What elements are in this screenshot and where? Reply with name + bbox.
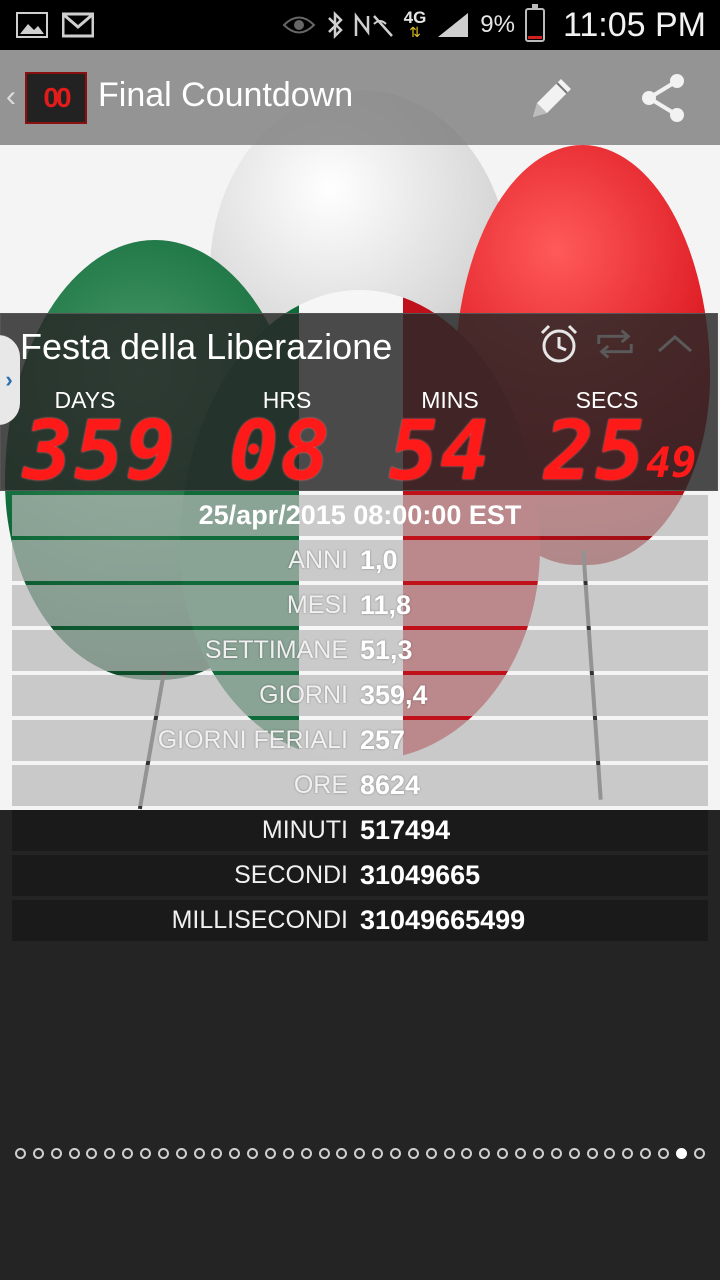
page-dot[interactable]	[443, 1147, 455, 1159]
stat-label: GIORNI FERIALI	[157, 726, 348, 754]
page-dot[interactable]	[586, 1147, 598, 1159]
stat-value: 1,0	[360, 545, 398, 575]
stat-label: ORE	[293, 771, 348, 799]
target-date: 25/apr/2015 08:00:00 EST	[198, 500, 522, 530]
stat-value: 51,3	[360, 635, 413, 665]
page-dot[interactable]	[532, 1147, 544, 1159]
page-dot[interactable]	[390, 1147, 402, 1159]
app-logo-text: 00	[43, 82, 71, 113]
stat-label: MINUTI	[261, 816, 348, 844]
stat-row-millisecondi: MILLISECONDI 31049665499	[12, 900, 708, 941]
stat-row-giorni-feriali: GIORNI FERIALI 257	[12, 720, 708, 761]
network-type-icon: 4G ⇅	[403, 8, 427, 40]
stat-row-settimane: SETTIMANE 51,3	[12, 630, 708, 671]
page-dot[interactable]	[300, 1147, 312, 1159]
stat-row-secondi: SECONDI 31049665	[12, 855, 708, 896]
page-dot[interactable]	[550, 1147, 562, 1159]
stat-row-giorni: GIORNI 359,4	[12, 675, 708, 716]
page-dot[interactable]	[247, 1147, 259, 1159]
stat-label: MILLISECONDI	[171, 906, 348, 934]
page-dot[interactable]	[497, 1147, 509, 1159]
countdown-panel[interactable]: Festa della Liberazione DAYS HRS MINS SE…	[0, 313, 718, 499]
seconds-digits: 25	[544, 404, 647, 499]
page-dot-active[interactable]	[675, 1147, 687, 1159]
target-date-row: 25/apr/2015 08:00:00 EST	[12, 495, 708, 536]
page-dot[interactable]	[86, 1147, 98, 1159]
page-dot[interactable]	[336, 1147, 348, 1159]
page-dot[interactable]	[461, 1147, 473, 1159]
previous-page-tab[interactable]: ›	[0, 335, 20, 425]
days-digits: 359	[23, 404, 178, 499]
alarm-clock-icon[interactable]	[537, 322, 581, 366]
page-dot[interactable]	[693, 1147, 705, 1159]
page-dot[interactable]	[354, 1147, 366, 1159]
stat-value: 517494	[360, 815, 451, 845]
stats-list: 25/apr/2015 08:00:00 EST ANNI 1,0 MESI 1…	[12, 495, 708, 945]
gmail-notification-icon	[62, 12, 94, 38]
bluetooth-icon	[326, 10, 344, 40]
stat-label: SETTIMANE	[204, 636, 348, 664]
page-dot[interactable]	[140, 1147, 152, 1159]
page-dot[interactable]	[50, 1147, 62, 1159]
page-dot[interactable]	[265, 1147, 277, 1159]
page-dot[interactable]	[318, 1147, 330, 1159]
stat-value: 11,8	[360, 590, 412, 620]
page-dot[interactable]	[568, 1147, 580, 1159]
app-title: Final Countdown	[98, 76, 354, 114]
page-dot[interactable]	[622, 1147, 634, 1159]
page-dot[interactable]	[104, 1147, 116, 1159]
page-dot[interactable]	[372, 1147, 384, 1159]
eye-icon	[282, 14, 316, 36]
stat-value: 359,4	[360, 680, 428, 710]
page-dot[interactable]	[193, 1147, 205, 1159]
page-dot[interactable]	[282, 1147, 294, 1159]
action-bar: ‹ 00 Final Countdown	[0, 50, 720, 145]
minutes-digits: 54	[389, 404, 492, 499]
page-dot[interactable]	[175, 1147, 187, 1159]
stat-value: 8624	[360, 770, 421, 800]
stat-row-mesi: MESI 11,8	[12, 585, 708, 626]
page-dot[interactable]	[15, 1147, 26, 1159]
repeat-icon[interactable]	[593, 322, 637, 366]
page-dot[interactable]	[657, 1147, 669, 1159]
page-dot[interactable]	[68, 1147, 80, 1159]
page-dot[interactable]	[425, 1147, 437, 1159]
battery-icon	[524, 4, 545, 42]
stat-value: 31049665499	[360, 905, 526, 935]
event-title: Festa della Liberazione	[20, 326, 393, 367]
page-dot[interactable]	[407, 1147, 419, 1159]
up-navigation-icon[interactable]: ‹	[6, 80, 16, 114]
gallery-notification-icon	[16, 12, 48, 38]
page-dot[interactable]	[157, 1147, 169, 1159]
page-dot[interactable]	[229, 1147, 241, 1159]
battery-percent: 9%	[480, 11, 515, 38]
stat-label: GIORNI	[259, 681, 348, 709]
signal-strength-icon	[436, 11, 470, 39]
page-indicator[interactable]	[15, 1144, 705, 1162]
page-dot[interactable]	[515, 1147, 527, 1159]
share-icon[interactable]	[636, 70, 692, 126]
page-dot[interactable]	[604, 1147, 616, 1159]
status-bar: 4G ⇅ 9% 11:05 PM	[0, 0, 720, 50]
stat-label: MESI	[286, 591, 348, 619]
collapse-chevron-icon[interactable]	[653, 322, 697, 366]
stat-row-anni: ANNI 1,0	[12, 540, 708, 581]
stat-value: 31049665	[360, 860, 481, 890]
hundredths-digits: 49	[646, 438, 697, 487]
stat-row-minuti: MINUTI 517494	[12, 810, 708, 851]
page-dot[interactable]	[640, 1147, 652, 1159]
stat-row-ore: ORE 8624	[12, 765, 708, 806]
status-clock: 11:05 PM	[562, 5, 706, 44]
page-dot[interactable]	[479, 1147, 491, 1159]
nfc-icon	[354, 12, 394, 38]
edit-pencil-icon[interactable]	[524, 70, 580, 126]
page-dot[interactable]	[211, 1147, 223, 1159]
stat-value: 257	[360, 725, 406, 755]
app-logo[interactable]: 00	[25, 72, 87, 124]
hours-digits: 08	[229, 404, 332, 499]
page-dot[interactable]	[32, 1147, 44, 1159]
stat-label: SECONDI	[234, 861, 348, 889]
stat-label: ANNI	[288, 546, 348, 574]
page-dot[interactable]	[122, 1147, 134, 1159]
